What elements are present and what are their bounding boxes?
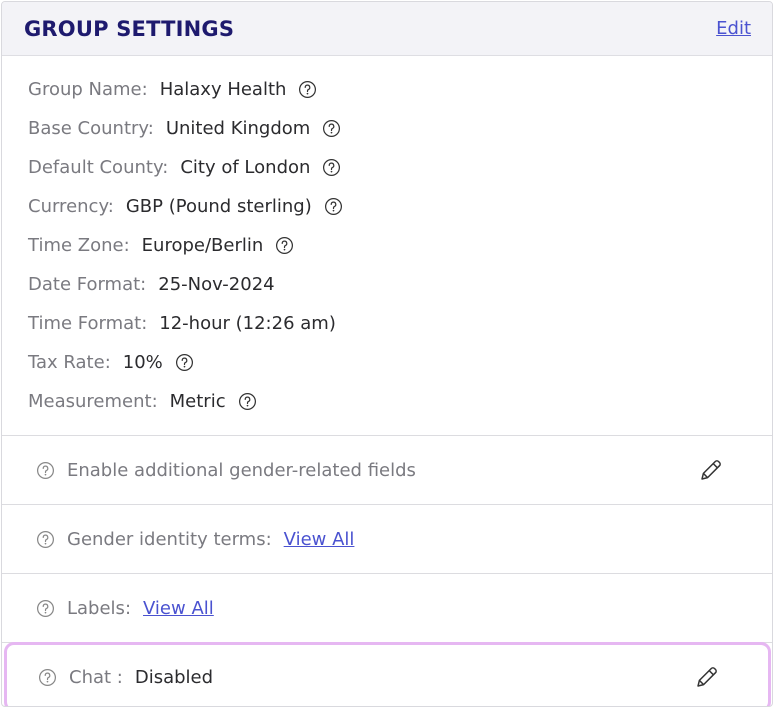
setting-label: Time Format: [28, 313, 148, 334]
labels-view-all-link[interactable]: View All [143, 598, 214, 619]
setting-group-name: Group Name: Halaxy Health [28, 70, 772, 109]
setting-value: United Kingdom [165, 118, 311, 139]
setting-label: Default County: [28, 157, 169, 178]
setting-label: Time Zone: [28, 235, 130, 256]
setting-value: Halaxy Health [159, 79, 287, 100]
setting-time-format: Time Format: 12-hour (12:26 am) [28, 304, 772, 343]
setting-time-zone: Time Zone: Europe/Berlin [28, 226, 772, 265]
question-circle-icon[interactable] [38, 668, 57, 687]
question-circle-icon[interactable] [36, 599, 55, 618]
setting-measurement: Measurement: Metric [28, 382, 772, 421]
panel-header: GROUP SETTINGS Edit [2, 2, 772, 56]
chat-label: Chat : [69, 666, 123, 688]
setting-currency: Currency: GBP (Pound sterling) [28, 187, 772, 226]
gender-fields-section: Enable additional gender-related fields [2, 436, 772, 505]
setting-label: Currency: [28, 196, 114, 217]
question-circle-icon[interactable] [298, 80, 317, 99]
setting-base-country: Base Country: United Kingdom [28, 109, 772, 148]
setting-value: 25-Nov-2024 [158, 274, 275, 295]
panel-title: GROUP SETTINGS [24, 16, 235, 41]
setting-label: Measurement: [28, 391, 158, 412]
setting-label: Base Country: [28, 118, 154, 139]
gender-terms-section: Gender identity terms: View All [2, 505, 772, 574]
gender-terms-label: Gender identity terms: [67, 528, 272, 550]
question-circle-icon[interactable] [238, 392, 257, 411]
setting-default-county: Default County: City of London [28, 148, 772, 187]
gender-fields-label: Enable additional gender-related fields [67, 459, 416, 481]
question-circle-icon[interactable] [36, 461, 55, 480]
question-circle-icon[interactable] [175, 353, 194, 372]
question-circle-icon[interactable] [322, 119, 341, 138]
labels-section: Labels: View All [2, 574, 772, 643]
setting-value: 12-hour (12:26 am) [159, 313, 336, 334]
setting-label: Tax Rate: [28, 352, 111, 373]
chat-status-value: Disabled [134, 666, 214, 688]
settings-list: Group Name: Halaxy Health Base Country: … [2, 56, 772, 436]
setting-label: Date Format: [28, 274, 147, 295]
setting-value: 10% [122, 352, 163, 373]
question-circle-icon[interactable] [36, 530, 55, 549]
gender-terms-view-all-link[interactable]: View All [284, 529, 355, 550]
question-circle-icon[interactable] [322, 158, 341, 177]
setting-value: City of London [180, 157, 311, 178]
question-circle-icon[interactable] [275, 236, 294, 255]
pencil-icon[interactable] [698, 457, 724, 483]
setting-value: GBP (Pound sterling) [125, 196, 312, 217]
edit-link[interactable]: Edit [716, 18, 751, 39]
setting-value: Europe/Berlin [141, 235, 264, 256]
setting-value: Metric [169, 391, 226, 412]
setting-tax-rate: Tax Rate: 10% [28, 343, 772, 382]
chat-section: Chat : Disabled [4, 642, 771, 706]
setting-label: Group Name: [28, 79, 148, 100]
question-circle-icon[interactable] [324, 197, 343, 216]
labels-label: Labels: [67, 597, 132, 619]
group-settings-panel: GROUP SETTINGS Edit Group Name: Halaxy H… [1, 1, 773, 707]
setting-date-format: Date Format: 25-Nov-2024 [28, 265, 772, 304]
pencil-icon[interactable] [694, 664, 720, 690]
